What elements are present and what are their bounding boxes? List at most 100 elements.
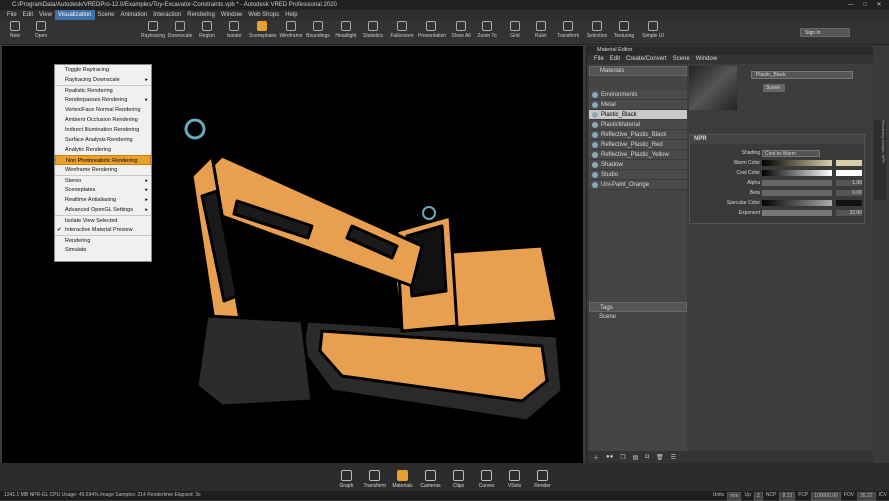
vis-menu-item[interactable]: Toggle Raytracing bbox=[55, 65, 151, 75]
list-icon[interactable]: ☰ bbox=[671, 454, 676, 461]
menu-edit[interactable]: Edit bbox=[20, 10, 36, 20]
beta-slider[interactable] bbox=[762, 190, 832, 196]
material-item[interactable]: Reflective_Plastic_Yellow bbox=[589, 150, 687, 160]
toolbar-show-all-button[interactable]: Show All bbox=[448, 21, 474, 39]
specular-color-gradient[interactable] bbox=[762, 200, 832, 206]
me-menu-scene[interactable]: Scene bbox=[670, 55, 693, 64]
toolbar-headlight-button[interactable]: Headlight bbox=[333, 21, 359, 39]
warm-color-gradient[interactable] bbox=[762, 160, 832, 166]
alpha-slider[interactable] bbox=[762, 180, 832, 186]
vis-menu-item[interactable]: Realistic Rendering bbox=[55, 85, 151, 95]
minimize-icon[interactable]: — bbox=[844, 0, 858, 10]
camera-icon[interactable]: ◘ bbox=[645, 454, 649, 460]
cool-color-swatch[interactable] bbox=[836, 170, 862, 176]
bottom-cameras-button[interactable]: Cameras bbox=[420, 470, 442, 489]
bottom-materials-button[interactable]: Materials bbox=[392, 470, 414, 489]
material-item[interactable]: Reflective_Plastic_Red bbox=[589, 140, 687, 150]
maximize-icon[interactable]: □ bbox=[858, 0, 872, 10]
toolbar-fullscreen-button[interactable]: Fullscreen bbox=[389, 21, 415, 39]
tags-scene-item[interactable]: Scene bbox=[589, 312, 687, 322]
material-item[interactable]: Reflective_Plastic_Black bbox=[589, 130, 687, 140]
menu-animation[interactable]: Animation bbox=[118, 10, 151, 20]
vis-menu-item[interactable]: Indirect Illumination Rendering bbox=[55, 125, 151, 135]
toolbar-isolate-button[interactable]: Isolate bbox=[221, 21, 247, 39]
menu-window[interactable]: Window bbox=[218, 10, 245, 20]
folder-icon[interactable]: ▤ bbox=[633, 454, 639, 461]
material-item[interactable]: Uni-Paint_Orange bbox=[589, 180, 687, 190]
material-item[interactable]: Environments bbox=[589, 90, 687, 100]
menu-view[interactable]: View bbox=[36, 10, 55, 20]
vis-menu-item[interactable]: Analytic Rendering bbox=[55, 145, 151, 155]
menu-visualization[interactable]: Visualization bbox=[54, 10, 95, 20]
material-item[interactable]: Shadow bbox=[589, 160, 687, 170]
vis-menu-item[interactable]: Simulate bbox=[55, 245, 151, 255]
toolbar-presentation-button[interactable]: Presentation bbox=[418, 21, 446, 39]
vis-menu-item[interactable]: Realtime Antialiasing ▸ bbox=[55, 195, 151, 205]
warm-color-swatch[interactable] bbox=[836, 160, 862, 166]
vis-menu-item[interactable]: Ambient Occlusion Rendering bbox=[55, 115, 151, 125]
toolbar-region-button[interactable]: Region bbox=[194, 21, 220, 39]
exponent-slider[interactable] bbox=[762, 210, 832, 216]
toolbar-open-button[interactable]: Open bbox=[28, 21, 54, 39]
vis-menu-item[interactable]: Advanced OpenGL Settings ▸ bbox=[55, 205, 151, 215]
material-item[interactable]: Studio bbox=[589, 170, 687, 180]
toolbar-sceneplates-button[interactable]: Sceneplates bbox=[249, 21, 277, 39]
material-item[interactable]: Metal bbox=[589, 100, 687, 110]
toolbar-boundings-button[interactable]: Boundings bbox=[305, 21, 331, 39]
bottom-graph-button[interactable]: Graph bbox=[336, 470, 358, 489]
material-list-header[interactable]: Materials bbox=[589, 66, 687, 76]
copy-icon[interactable]: ❐ bbox=[620, 454, 625, 461]
me-menu-window[interactable]: Window bbox=[693, 55, 720, 64]
menu-help[interactable]: Help bbox=[282, 10, 300, 20]
add-material-icon[interactable]: ＋ bbox=[593, 453, 599, 462]
vis-menu-item[interactable]: ✔ Interactive Material Preview bbox=[55, 225, 151, 235]
bottom-clips-button[interactable]: Clips bbox=[448, 470, 470, 489]
vis-menu-item[interactable]: Stereo ▸ bbox=[55, 175, 151, 185]
toolbar-wireframe-button[interactable]: Wireframe bbox=[278, 21, 304, 39]
toolbar-ruler-button[interactable]: Ruler bbox=[528, 21, 554, 39]
bottom-vsets-button[interactable]: VSets bbox=[504, 470, 526, 489]
menu-file[interactable]: File bbox=[4, 10, 20, 20]
render-viewport[interactable]: Toggle Raytracing Raytracing Downscale ▸ Re… bbox=[2, 46, 583, 463]
toolbar-statistics-button[interactable]: Statistics bbox=[360, 21, 386, 39]
material-name-field[interactable]: Plastic_Black bbox=[751, 71, 853, 79]
vis-menu-item[interactable]: Surface Analysis Rendering bbox=[55, 135, 151, 145]
material-item[interactable]: Plastic_Black bbox=[589, 110, 687, 120]
menu-interaction[interactable]: Interaction bbox=[150, 10, 184, 20]
vis-menu-item[interactable]: Renderpasses Rendering ▸ bbox=[55, 95, 151, 105]
vis-menu-item[interactable]: Rendering bbox=[55, 235, 151, 245]
scene-tag-chip[interactable]: Scene bbox=[763, 84, 785, 92]
toolbar-zoom-to-button[interactable]: Zoom To bbox=[474, 21, 500, 39]
toolbar-simple-ui-button[interactable]: Simple UI bbox=[640, 21, 666, 39]
toolbar-downscale-button[interactable]: Downscale bbox=[167, 21, 193, 39]
vis-menu-item[interactable]: Non Photorealistic Rendering bbox=[55, 155, 151, 165]
bottom-curves-button[interactable]: Curves bbox=[476, 470, 498, 489]
menu-scene[interactable]: Scene bbox=[95, 10, 118, 20]
cool-color-gradient[interactable] bbox=[762, 170, 832, 176]
assign-icon[interactable]: ●● bbox=[606, 454, 613, 460]
delete-icon[interactable]: 🗑 bbox=[656, 454, 664, 461]
tags-header[interactable]: Tags bbox=[589, 302, 687, 312]
vis-menu-item[interactable]: Sceneplates ▸ bbox=[55, 185, 151, 195]
exponent-value[interactable]: 32.00 bbox=[836, 210, 862, 216]
bottom-transform-button[interactable]: Transform bbox=[364, 470, 386, 489]
me-menu-create-convert[interactable]: Create/Convert bbox=[623, 55, 670, 64]
menu-web-shops[interactable]: Web Shops bbox=[245, 10, 282, 20]
vis-menu-item[interactable]: Vertex/Face Normal Rendering bbox=[55, 105, 151, 115]
toolbar-grid-button[interactable]: Grid bbox=[502, 21, 528, 39]
sign-in-button[interactable]: Sign In bbox=[800, 28, 850, 37]
close-icon[interactable]: ✕ bbox=[872, 0, 886, 10]
me-menu-edit[interactable]: Edit bbox=[607, 55, 623, 64]
specular-color-swatch[interactable] bbox=[836, 200, 862, 206]
me-menu-file[interactable]: File bbox=[591, 55, 607, 64]
toolbar-raytracing-button[interactable]: Raytracing bbox=[140, 21, 166, 39]
vis-menu-item[interactable]: Isolate View Selected bbox=[55, 215, 151, 225]
menu-rendering[interactable]: Rendering bbox=[184, 10, 218, 20]
vis-menu-item[interactable]: Wireframe Rendering bbox=[55, 165, 151, 175]
beta-value[interactable]: 0.00 bbox=[836, 190, 862, 196]
bottom-render-button[interactable]: Render bbox=[532, 470, 554, 489]
shading-select[interactable]: Cool-to-Warm bbox=[762, 150, 820, 157]
toolbar-selection-button[interactable]: Selection bbox=[584, 21, 610, 39]
toolbar-texturing-button[interactable]: Texturing bbox=[611, 21, 637, 39]
toolbar-transform-button[interactable]: Transform bbox=[555, 21, 581, 39]
